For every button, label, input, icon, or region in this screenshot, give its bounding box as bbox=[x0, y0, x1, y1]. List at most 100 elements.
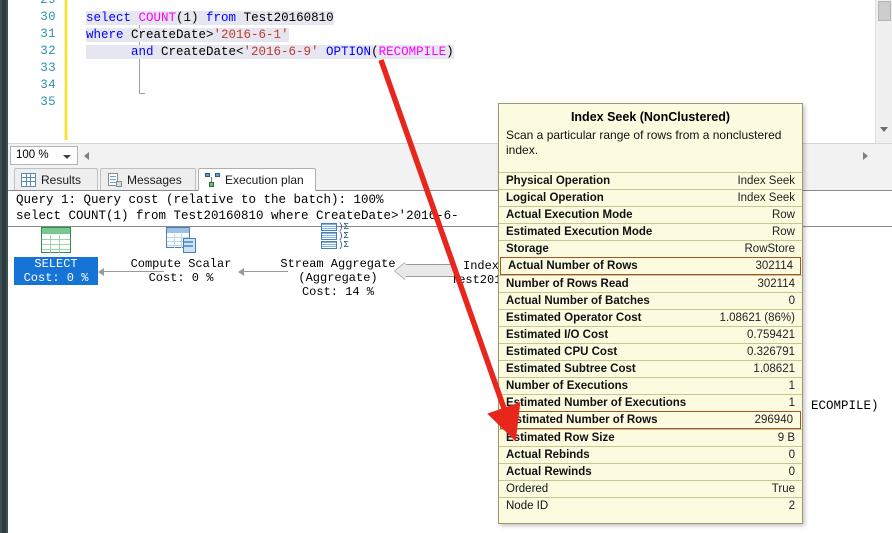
code-token: and bbox=[86, 45, 162, 59]
fold-region-end-tick bbox=[139, 93, 145, 94]
tooltip-row: Estimated Number of Executions 1 bbox=[499, 394, 802, 411]
tooltip-row-key: Physical Operation bbox=[506, 175, 611, 187]
code-token: ( bbox=[371, 45, 379, 59]
editor-scroll-down-arrow[interactable] bbox=[880, 127, 888, 132]
plan-node-compute-scalar-cost: Cost: 0 % bbox=[148, 271, 214, 285]
editor-vertical-scrollbar[interactable] bbox=[875, 0, 892, 143]
window-left-rail bbox=[0, 0, 8, 533]
plan-node-compute-scalar-name: Compute Scalar bbox=[130, 257, 232, 271]
code-token: ) bbox=[446, 45, 454, 59]
horizontal-scroll-right-arrow[interactable] bbox=[863, 152, 868, 160]
connector-stream-indexseek bbox=[406, 264, 454, 277]
tooltip-row-key: Estimated Subtree Cost bbox=[506, 363, 636, 375]
tooltip-row: Storage RowStore bbox=[499, 240, 802, 257]
selected-code-span: where CreateDate>'2016-6-1' bbox=[86, 28, 289, 42]
code-line[interactable]: where CreateDate>'2016-6-1' bbox=[86, 27, 289, 44]
line-number-gutter: 29 30 31 32 33 34 35 bbox=[8, 0, 62, 143]
plan-node-select-cost: Cost: 0 % bbox=[14, 271, 98, 285]
ssms-window: 29 30 31 32 33 34 35 select COUNT(1) from Test… bbox=[0, 0, 892, 533]
tooltip-row: Node ID 2 bbox=[499, 497, 802, 514]
code-token: RECOMPILE bbox=[378, 45, 447, 59]
tooltip-row: Actual Rewinds 0 bbox=[499, 463, 802, 480]
plan-node-stream-aggregate-sub: (Aggregate) bbox=[298, 271, 378, 285]
plan-node-stream-aggregate-name: Stream Aggregate bbox=[280, 257, 396, 271]
line-number: 29 bbox=[40, 0, 56, 7]
compute-scalar-icon bbox=[166, 227, 196, 253]
tooltip-row: Actual Rebinds 0 bbox=[499, 446, 802, 463]
tooltip-row: Actual Execution Mode Row bbox=[499, 206, 802, 223]
tooltip-row-key: Logical Operation bbox=[506, 192, 604, 204]
tooltip-row-key: Storage bbox=[506, 243, 549, 255]
tooltip-property-list: Physical Operation Index Seek Logical Oper… bbox=[499, 172, 802, 514]
tooltip-row: Logical Operation Index Seek bbox=[499, 189, 802, 206]
connector-compute-stream bbox=[240, 271, 288, 272]
modified-lines-indicator bbox=[64, 0, 68, 140]
tooltip-row-key: Number of Executions bbox=[506, 380, 629, 392]
editor-scrollbar-thumb[interactable] bbox=[878, 1, 891, 21]
tooltip-row-key: Actual Number of Rows bbox=[508, 260, 638, 272]
tooltip-row-value: 302114 bbox=[755, 260, 793, 272]
plan-node-stream-aggregate-cost: Cost: 14 % bbox=[301, 285, 374, 299]
code-token: COUNT bbox=[138, 11, 177, 25]
tooltip-row: Number of Executions 1 bbox=[499, 377, 802, 394]
code-token: OPTION bbox=[326, 45, 372, 59]
zoom-level-value: 100 % bbox=[16, 149, 49, 161]
tooltip-row: Actual Number of Rows 302114 bbox=[500, 257, 801, 275]
code-token: Test20160810 bbox=[243, 11, 334, 25]
tooltip-row-value: 9 B bbox=[777, 432, 795, 444]
tooltip-row-key: Estimated I/O Cost bbox=[506, 329, 609, 341]
connector-arrowhead-stream bbox=[395, 262, 406, 280]
execution-plan-icon bbox=[205, 173, 220, 187]
tooltip-row-key: Ordered bbox=[506, 483, 549, 495]
plan-query-line: select COUNT(1) from Test20160810 where … bbox=[16, 209, 459, 223]
tooltip-title: Index Seek (NonClustered) bbox=[570, 110, 731, 124]
tooltip-row: Estimated Row Size 9 B bbox=[499, 429, 802, 446]
horizontal-scroll-left-arrow[interactable] bbox=[84, 152, 89, 160]
chevron-down-icon[interactable] bbox=[63, 155, 71, 159]
tooltip-row: Ordered True bbox=[499, 480, 802, 497]
code-token: CreateDate> bbox=[131, 28, 214, 42]
plan-node-stream-aggregate[interactable]: )Σ )Σ )Σ Stream Aggregate (Aggregate) Co… bbox=[270, 223, 406, 300]
code-line[interactable]: and CreateDate<'2016-6-9' OPTION(RECOMPI… bbox=[86, 44, 454, 61]
code-token: from bbox=[206, 11, 244, 25]
plan-node-select-name: SELECT bbox=[14, 257, 98, 271]
plan-node-compute-scalar[interactable]: Compute Scalar Cost: 0 % bbox=[124, 227, 238, 285]
tab-label: Results bbox=[41, 173, 82, 187]
tooltip-row-key: Node ID bbox=[506, 500, 549, 512]
tooltip-row: Physical Operation Index Seek bbox=[499, 172, 802, 189]
tooltip-row: Estimated Number of Rows 296940 bbox=[500, 411, 801, 429]
tooltip-row-value: 2 bbox=[788, 500, 795, 512]
grid-icon bbox=[21, 173, 36, 187]
tooltip-row-key: Actual Execution Mode bbox=[506, 209, 633, 221]
code-line[interactable]: select COUNT(1) from Test20160810 bbox=[86, 10, 334, 27]
tooltip-row-key: Actual Rewinds bbox=[506, 466, 592, 478]
code-folding-column[interactable] bbox=[71, 0, 145, 143]
tooltip-row-value: 1 bbox=[788, 380, 795, 392]
line-number: 30 bbox=[40, 10, 56, 24]
tooltip-row: Number of Rows Read 302114 bbox=[499, 275, 802, 292]
code-token: select bbox=[86, 11, 139, 25]
line-number: 31 bbox=[40, 27, 56, 41]
operator-tooltip: Index Seek (NonClustered) Scan a particu… bbox=[498, 103, 803, 524]
plan-node-select[interactable]: SELECT Cost: 0 % bbox=[14, 227, 98, 285]
tooltip-row-value: 0 bbox=[788, 466, 795, 478]
tooltip-row-key: Estimated CPU Cost bbox=[506, 346, 618, 358]
tooltip-row-value: 1.08621 bbox=[753, 363, 795, 375]
zoom-level-dropdown[interactable]: 100 % bbox=[10, 146, 78, 165]
tooltip-row: Actual Number of Batches 0 bbox=[499, 292, 802, 309]
code-token: (1) bbox=[176, 11, 207, 25]
tooltip-row-value: 0 bbox=[788, 449, 795, 461]
stream-aggregate-icon: )Σ )Σ )Σ bbox=[321, 223, 355, 253]
line-number: 34 bbox=[40, 78, 56, 92]
tooltip-row-value: 0 bbox=[788, 295, 795, 307]
tooltip-row-value: 1 bbox=[788, 397, 795, 409]
tooltip-row-key: Estimated Number of Rows bbox=[508, 414, 658, 426]
tooltip-description: Scan a particular range of rows from a n… bbox=[506, 128, 782, 157]
tab-messages[interactable]: Messages bbox=[100, 168, 196, 191]
tab-execution-plan[interactable]: Execution plan bbox=[198, 168, 316, 191]
tooltip-row-value: RowStore bbox=[744, 243, 796, 255]
plan-query-line-tail: ECOMPILE) bbox=[811, 399, 879, 413]
tab-results[interactable]: Results bbox=[14, 168, 98, 191]
tooltip-row-value: 0.759421 bbox=[747, 329, 795, 341]
tooltip-row: Estimated CPU Cost 0.326791 bbox=[499, 343, 802, 360]
